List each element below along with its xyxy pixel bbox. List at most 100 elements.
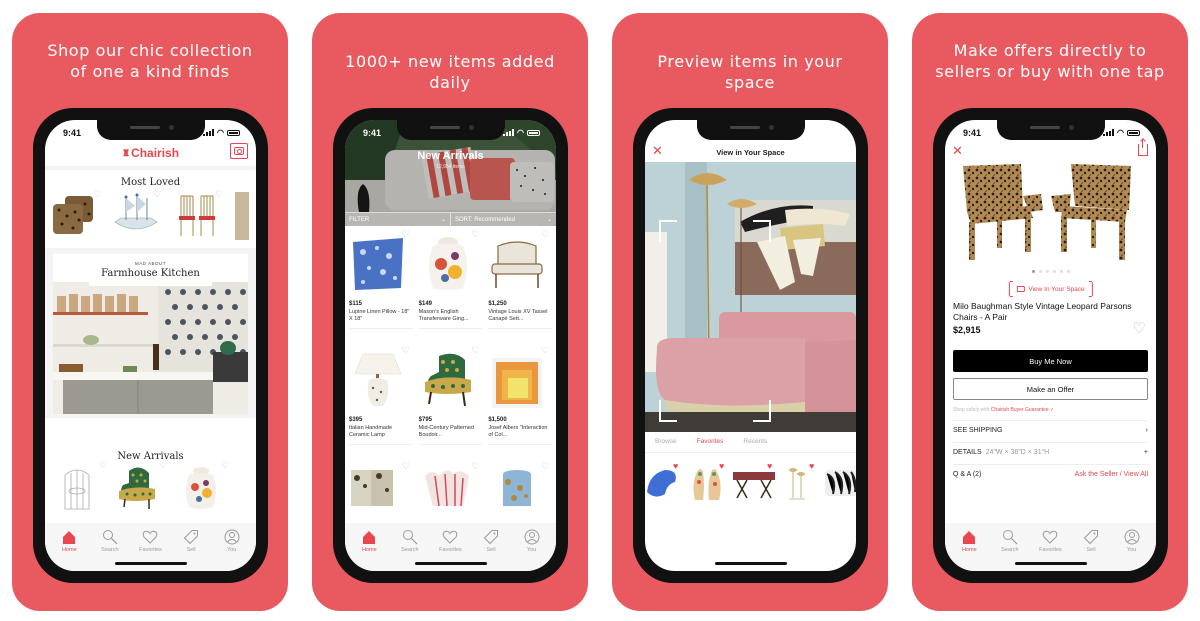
heart-icon[interactable]: ♡: [541, 230, 550, 239]
signal-icon: [1103, 129, 1115, 136]
heart-icon[interactable]: ♡: [471, 230, 480, 239]
heart-filled-icon[interactable]: ♥: [673, 462, 678, 471]
product-name: Mason's English Transferware Ging...: [418, 309, 469, 322]
ar-frame-corner: [659, 400, 677, 422]
product-card[interactable]: ♡ $115 Lupine Linen Pillow - 18" X 18": [349, 230, 413, 346]
status-time: 9:41: [963, 127, 982, 138]
view-in-your-space-button[interactable]: View In Your Space: [1008, 281, 1093, 297]
promo-card-new-items: 1000+ new items added daily 9:41 ◠ New A…: [312, 13, 588, 611]
home-indicator: [114, 562, 187, 565]
home-indicator: [1014, 562, 1087, 565]
share-icon[interactable]: [1138, 139, 1148, 156]
see-shipping-row[interactable]: SEE SHIPPING ›: [953, 420, 1148, 440]
tab-you[interactable]: You: [213, 529, 251, 571]
buyer-guarantee-link[interactable]: Chairish Buyer Guarantee ✓: [991, 407, 1054, 413]
user-icon: [224, 529, 240, 545]
tab-home[interactable]: Home: [50, 529, 88, 571]
tab-you[interactable]: You: [513, 529, 551, 571]
product-thumb[interactable]: [235, 192, 249, 240]
product-name: Josef Albers "Interaction of Col...: [488, 425, 548, 438]
chevron-right-icon: ›: [1145, 427, 1148, 434]
heart-icon[interactable]: ♡: [159, 461, 168, 470]
heart-icon[interactable]: ♡: [471, 462, 480, 471]
kitchen-photo: [53, 282, 248, 414]
product-price: $2,915: [953, 325, 981, 335]
heart-filled-icon[interactable]: ♥: [809, 462, 814, 471]
ar-camera-view[interactable]: [645, 162, 856, 432]
product-thumb[interactable]: [55, 465, 105, 513]
heart-icon[interactable]: ♡: [99, 461, 108, 470]
details-row[interactable]: DETAILS 24"W × 36"D × 31"H +: [953, 442, 1148, 462]
heart-icon[interactable]: ♡: [402, 346, 411, 355]
tab-home[interactable]: Home: [350, 529, 388, 571]
product-thumb[interactable]: [115, 465, 165, 513]
new-arrivals-shelf: ♡ ♡ ♡: [45, 461, 256, 517]
notch: [396, 120, 505, 140]
filter-button[interactable]: FILTER ⌄: [345, 213, 450, 226]
most-loved-shelf: ♡ ♡ ♡: [45, 190, 256, 244]
sort-dropdown[interactable]: SORT: Recommended ⌄: [450, 213, 556, 226]
tab-you[interactable]: You: [1113, 529, 1151, 571]
heart-icon[interactable]: ♡: [215, 190, 224, 199]
carousel-dots[interactable]: [945, 270, 1156, 273]
close-icon[interactable]: ✕: [952, 144, 963, 158]
product-thumb[interactable]: [173, 192, 223, 240]
close-icon[interactable]: ✕: [652, 144, 663, 158]
tab-favorites[interactable]: Favorites: [697, 438, 724, 452]
favorite-item[interactable]: [823, 464, 856, 502]
chairish-logo[interactable]: ♜ Chairish: [122, 146, 179, 160]
heart-icon[interactable]: ♡: [471, 346, 480, 355]
product-name: Italian Handmade Ceramic Lamp: [349, 425, 393, 438]
promo-card-preview: Preview items in your space ✕ View in Yo…: [612, 13, 888, 611]
product-name: Lupine Linen Pillow - 18" X 18": [349, 309, 410, 322]
plus-icon: +: [1143, 449, 1148, 456]
product-card[interactable]: ♡ $1,500 Josef Albers "Interaction of Co…: [488, 346, 552, 462]
product-image: [488, 234, 552, 294]
product-price: $795: [418, 417, 433, 423]
heart-filled-icon[interactable]: ♥: [719, 462, 724, 471]
search-icon: [102, 530, 118, 545]
product-card[interactable]: ♡ $1,250 Vintage Louis XV Tassel Canapé …: [488, 230, 552, 346]
dimensions: 24"W × 36"D × 31"H: [985, 449, 1050, 456]
heart-icon[interactable]: ♡: [402, 230, 411, 239]
ar-frame-corner: [753, 220, 771, 242]
tab-home[interactable]: Home: [950, 529, 988, 571]
heart-icon[interactable]: ♡: [1133, 321, 1146, 336]
heart-icon[interactable]: ♡: [541, 346, 550, 355]
wifi-icon: ◠: [517, 128, 524, 137]
heart-icon[interactable]: ♡: [221, 461, 230, 470]
wifi-icon: ◠: [1117, 128, 1124, 137]
feature-title: Farmhouse Kitchen: [101, 268, 200, 279]
heart-icon[interactable]: ♡: [402, 462, 411, 471]
camera-icon[interactable]: [230, 143, 248, 159]
product-thumb[interactable]: [179, 465, 229, 513]
ask-seller-link[interactable]: Ask the Seller / View All: [1075, 471, 1148, 478]
product-card[interactable]: ♡ $395 Italian Handmade Ceramic Lamp: [349, 346, 413, 462]
status-time: 9:41: [63, 127, 82, 138]
heart-icon: [143, 530, 158, 544]
heart-icon[interactable]: ♡: [93, 190, 102, 199]
favorite-item[interactable]: [645, 464, 685, 502]
tab-browse[interactable]: Browse: [655, 438, 677, 452]
chevron-down-icon: ⌄: [546, 217, 552, 223]
ar-frame-corner: [753, 400, 771, 422]
product-image-carousel[interactable]: [951, 160, 1150, 264]
caption: 1000+ new items added daily: [345, 52, 555, 92]
product-thumb[interactable]: [111, 192, 161, 240]
chevron-down-icon: ⌄: [440, 217, 446, 223]
product-thumb[interactable]: [51, 192, 101, 240]
heart-icon[interactable]: ♡: [541, 462, 550, 471]
heart-icon[interactable]: ♡: [153, 190, 162, 199]
caption: Make offers directly to sellers or buy w…: [935, 41, 1165, 81]
heart-filled-icon[interactable]: ♥: [767, 462, 772, 471]
product-card[interactable]: ♡ $149 Mason's English Transferware Ging…: [418, 230, 483, 346]
product-card[interactable]: ♡ $795 Mid-Century Patterned Boudoir...: [418, 346, 483, 462]
tab-recents[interactable]: Recents: [743, 438, 767, 452]
product-name: Vintage Louis XV Tassel Canapé Sett...: [488, 309, 548, 322]
favorite-item[interactable]: [783, 464, 823, 502]
make-offer-button[interactable]: Make an Offer: [953, 378, 1148, 400]
buy-now-button[interactable]: Buy Me Now: [953, 350, 1148, 372]
home-icon: [963, 531, 976, 544]
product-price: $395: [349, 417, 363, 423]
feature-card-farmhouse-kitchen[interactable]: MAD ABOUT Farmhouse Kitchen: [53, 254, 248, 414]
